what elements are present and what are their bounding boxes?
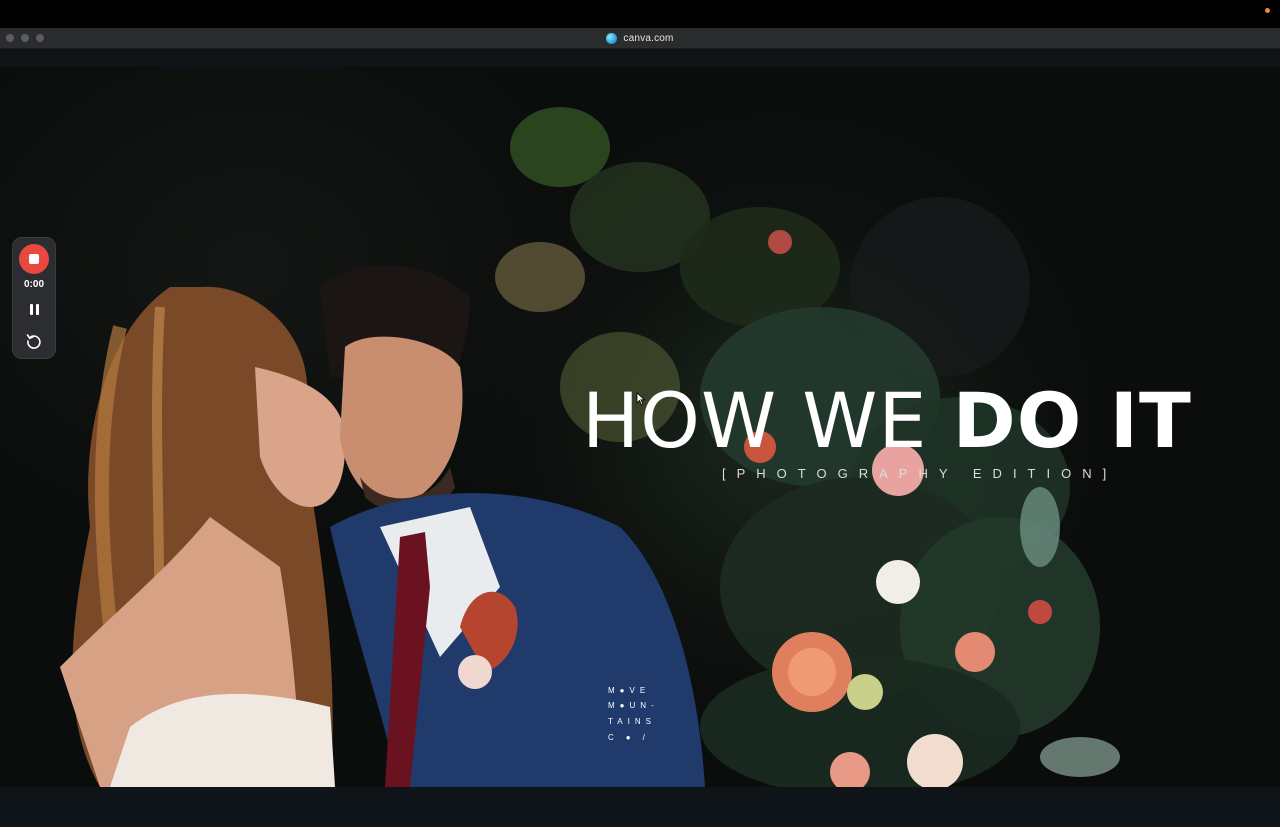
address-display[interactable]: canva.com [0,28,1280,48]
logo-line-1: M●VE [608,686,650,695]
recording-indicator-dot [1265,8,1270,13]
canva-logo-icon [606,32,618,44]
browser-title-bar: canva.com [0,28,1280,49]
logo-line-3: TAINS [608,717,656,726]
toolbar-strip [0,49,1280,67]
pause-recording-button[interactable] [25,300,43,318]
logo-line-2: M●UN- [608,701,659,710]
pause-icon-bar [35,303,39,315]
restart-icon[interactable] [25,332,43,350]
bottom-strip [0,787,1280,827]
recording-controls-panel: 0:00 [12,237,56,359]
recording-timer: 0:00 [23,279,44,290]
slide-subtitle: [PHOTOGRAPHY EDITION] [722,466,1118,481]
slide-headline: HOW WE DO IT [582,383,1192,459]
stop-recording-button[interactable] [19,244,49,274]
pause-icon [29,303,33,315]
bride-figure [60,286,346,787]
stop-icon [29,254,39,264]
url-text: canva.com [623,32,674,44]
logo-line-4: C●/ [608,733,657,742]
headline-light-text: HOW WE [582,376,953,465]
headline-bold-text: DO IT [952,376,1192,465]
system-menu-bar [0,0,1280,28]
move-mountains-logo: M●VE M●UN- TAINS C●/ [608,686,659,742]
mouse-pointer-icon [636,392,646,406]
presentation-slide: HOW WE DO IT [PHOTOGRAPHY EDITION] M●VE … [0,67,1280,787]
